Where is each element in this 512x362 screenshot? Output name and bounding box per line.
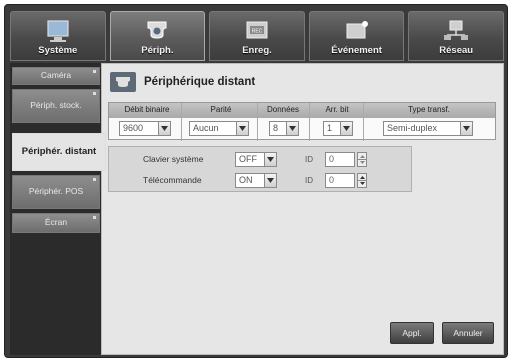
column-header: Données xyxy=(266,105,300,114)
chevron-down-icon xyxy=(264,174,276,187)
tab-label: Réseau xyxy=(439,45,474,56)
marker-icon xyxy=(93,92,96,95)
system-icon xyxy=(47,20,69,42)
tab-label: Périph. xyxy=(141,45,174,56)
chevron-down-icon xyxy=(158,122,170,135)
content-header: Périphérique distant xyxy=(110,72,255,92)
system-keyboard-id-value: 0 xyxy=(329,154,335,164)
controller-settings-box: Clavier système OFF ID 0 Télécommande ON… xyxy=(108,146,412,192)
svg-text:REC: REC xyxy=(252,29,263,35)
sidebar-item-label: Écran xyxy=(44,217,68,228)
remote-control-id-value: 0 xyxy=(329,175,335,185)
tab-periph[interactable]: Périph. xyxy=(109,11,206,61)
remote-control-id-stepper[interactable] xyxy=(357,173,367,188)
sidebar-item-label: Caméra xyxy=(40,70,72,81)
tab-label: Événement xyxy=(331,45,382,56)
table-header-row: Débit binaire Parité Données Arr. bit Ty… xyxy=(109,103,495,118)
marker-icon xyxy=(93,216,96,219)
baud-rate-select[interactable]: 9600 xyxy=(119,121,171,136)
column-header: Type transf. xyxy=(408,105,450,114)
marker-icon xyxy=(93,178,96,181)
system-keyboard-id-stepper[interactable] xyxy=(357,152,367,167)
marker-icon xyxy=(93,70,96,73)
transfer-type-value: Semi-duplex xyxy=(387,123,438,133)
chevron-down-icon xyxy=(460,122,472,135)
data-bits-select[interactable]: 8 xyxy=(269,121,299,136)
apply-button-label: Appl. xyxy=(402,328,422,338)
top-tab-bar: Système Périph. REC Enreg. Événement Rés… xyxy=(10,11,504,61)
stop-bit-value: 1 xyxy=(327,123,333,133)
tab-enreg[interactable]: REC Enreg. xyxy=(209,11,305,61)
sidebar-item-pos[interactable]: Périphér. POS xyxy=(12,175,100,209)
column-header: Parité xyxy=(210,105,232,114)
tab-reseau[interactable]: Réseau xyxy=(408,11,504,61)
cancel-button-label: Annuler xyxy=(453,328,483,338)
chevron-down-icon[interactable] xyxy=(358,159,366,165)
column-header: Arr. bit xyxy=(325,105,349,114)
stop-bit-select[interactable]: 1 xyxy=(323,121,353,136)
serial-settings-table: Débit binaire Parité Données Arr. bit Ty… xyxy=(108,102,496,141)
tab-label: Enreg. xyxy=(242,45,272,56)
system-keyboard-select[interactable]: OFF xyxy=(235,152,277,167)
record-icon: REC xyxy=(246,21,268,39)
sidebar-item-remote-device[interactable]: Périphér. distant xyxy=(12,133,106,171)
transfer-type-select[interactable]: Semi-duplex xyxy=(383,121,473,136)
device-icon xyxy=(147,21,167,39)
sidebar-item-label: Périphér. POS xyxy=(28,186,84,197)
sidebar-item-screen[interactable]: Écran xyxy=(12,213,100,233)
id-label: ID xyxy=(305,176,313,185)
sidebar-item-camera[interactable]: Caméra xyxy=(12,67,100,85)
baud-rate-value: 9600 xyxy=(123,123,144,133)
chevron-down-icon[interactable] xyxy=(358,180,366,186)
column-header: Débit binaire xyxy=(124,105,170,114)
dvr-settings-window: Système Périph. REC Enreg. Événement Rés… xyxy=(4,4,508,358)
chevron-down-icon xyxy=(236,122,248,135)
parity-value: Aucun xyxy=(193,123,219,133)
system-keyboard-label: Clavier système xyxy=(143,154,204,164)
remote-control-row: Télécommande ON ID 0 xyxy=(109,171,411,191)
tab-systeme[interactable]: Système xyxy=(10,11,106,61)
system-keyboard-row: Clavier système OFF ID 0 xyxy=(109,150,411,170)
table-row: 9600 Aucun 8 1 Semi-duplex xyxy=(109,118,495,140)
tab-label: Système xyxy=(38,45,78,56)
parity-select[interactable]: Aucun xyxy=(189,121,249,136)
device-icon xyxy=(110,72,136,92)
remote-control-label: Télécommande xyxy=(143,175,202,185)
system-keyboard-value: OFF xyxy=(239,154,257,164)
apply-button[interactable]: Appl. xyxy=(390,322,434,344)
system-keyboard-id-input[interactable]: 0 xyxy=(325,152,355,167)
network-icon xyxy=(444,20,469,40)
sidebar-item-label: Périphér. distant xyxy=(21,145,97,157)
event-icon xyxy=(346,21,368,39)
chevron-down-icon xyxy=(340,122,352,135)
tab-evenement[interactable]: Événement xyxy=(308,11,405,61)
chevron-down-icon xyxy=(286,122,298,135)
remote-control-id-input[interactable]: 0 xyxy=(325,173,355,188)
page-title: Périphérique distant xyxy=(144,76,256,88)
content-panel: Périphérique distant Débit binaire Parit… xyxy=(101,63,504,355)
sidebar-item-storage[interactable]: Périph. stock. xyxy=(12,89,100,123)
data-bits-value: 8 xyxy=(273,123,279,133)
sidebar: Caméra Périph. stock. Périphér. distant … xyxy=(10,63,106,355)
sidebar-item-label: Périph. stock. xyxy=(30,100,82,111)
cancel-button[interactable]: Annuler xyxy=(442,322,494,344)
remote-control-select[interactable]: ON xyxy=(235,173,277,188)
id-label: ID xyxy=(305,155,313,164)
remote-control-value: ON xyxy=(239,175,253,185)
chevron-down-icon xyxy=(264,153,276,166)
